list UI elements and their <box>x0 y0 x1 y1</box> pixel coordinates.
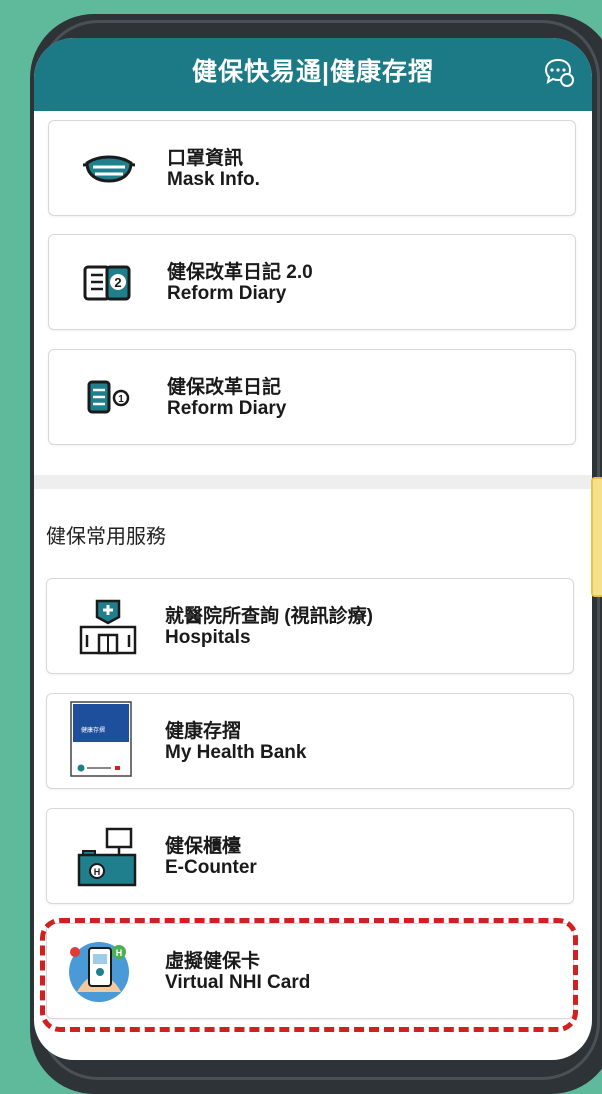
card-hospitals[interactable]: 就醫院所查詢 (視訊診療) Hospitals <box>46 578 574 674</box>
card-title: 就醫院所查詢 (視訊診療) <box>165 606 373 627</box>
card-subtitle: My Health Bank <box>165 742 307 763</box>
header-title: 健保快易通|健康存摺 <box>192 58 434 86</box>
health-bank-icon: 健康存摺 <box>69 700 137 780</box>
card-title: 健保改革日記 2.0 <box>167 262 313 283</box>
svg-text:2: 2 <box>114 275 121 290</box>
app-screen: 健保快易通|健康存摺 口罩資訊 Mask Info. 2 健保改革日記 2.0 … <box>34 38 592 1060</box>
card-reform-diary-2[interactable]: 2 健保改革日記 2.0 Reform Diary <box>48 234 576 330</box>
card-subtitle: Reform Diary <box>167 283 287 304</box>
card-title: 健保改革日記 <box>167 377 282 398</box>
hospital-icon <box>73 597 143 657</box>
card-title: 口罩資訊 <box>167 148 244 169</box>
reform-diary-1-icon: 1 <box>75 368 145 428</box>
card-health-bank[interactable]: 健康存摺 健康存摺 My Health Bank <box>46 693 574 789</box>
card-e-counter[interactable]: H 健保櫃檯 E-Counter <box>46 808 574 904</box>
counter-icon: H <box>73 827 143 887</box>
svg-text:1: 1 <box>118 394 124 405</box>
card-title: 健保櫃檯 <box>165 836 242 857</box>
card-title: 健康存摺 <box>165 721 242 742</box>
side-tab <box>591 477 602 597</box>
card-subtitle: Hospitals <box>165 627 251 648</box>
app-header: 健保快易通|健康存摺 <box>34 38 592 111</box>
section-divider <box>34 475 592 489</box>
highlight-dashed-box <box>40 918 578 1032</box>
reform-diary-2-icon: 2 <box>75 253 145 313</box>
card-subtitle: E-Counter <box>165 857 257 878</box>
mask-icon <box>75 139 145 199</box>
card-subtitle: Reform Diary <box>167 398 287 419</box>
section-title: 健保常用服務 <box>46 526 166 548</box>
card-subtitle: Mask Info. <box>167 169 260 190</box>
svg-text:健康存摺: 健康存摺 <box>81 726 105 734</box>
card-mask-info[interactable]: 口罩資訊 Mask Info. <box>48 120 576 216</box>
chat-icon[interactable] <box>542 56 574 88</box>
card-reform-diary-1[interactable]: 1 健保改革日記 Reform Diary <box>48 349 576 445</box>
svg-text:H: H <box>94 867 101 877</box>
